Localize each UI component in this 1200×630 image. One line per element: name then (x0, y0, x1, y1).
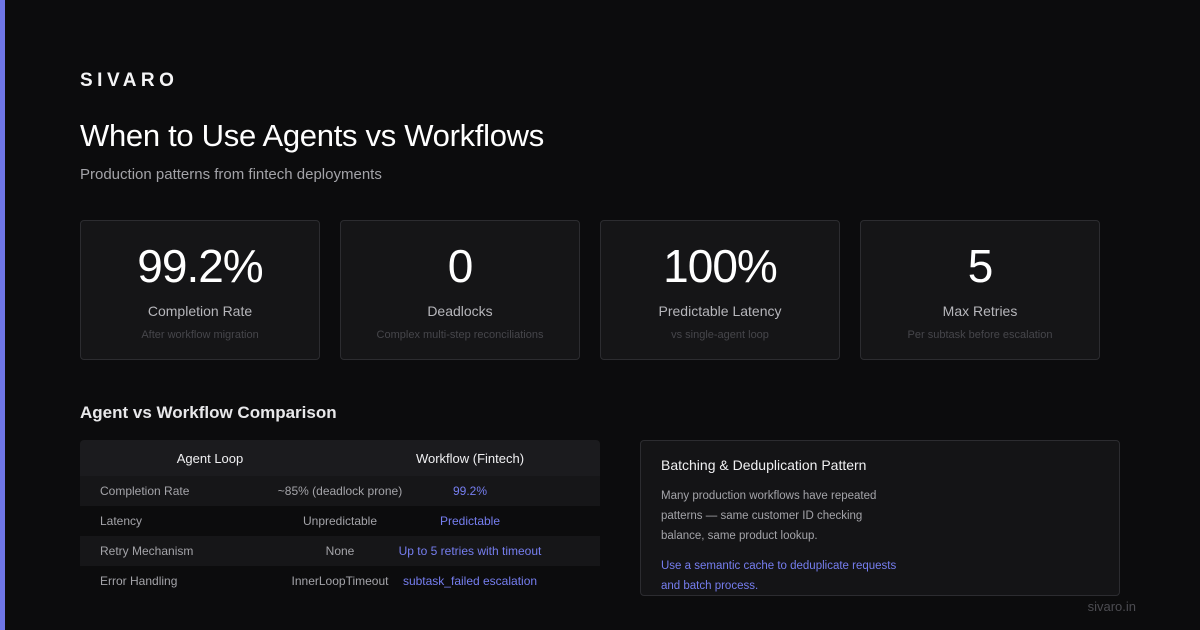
footer-domain: sivaro.in (1087, 599, 1136, 614)
stats-row: 99.2% Completion Rate After workflow mig… (80, 220, 1100, 360)
stat-value: 100% (663, 240, 778, 292)
panel-description: Many production workflows have repeated … (661, 490, 877, 542)
row-workflow-value: subtask_failed escalation (402, 574, 538, 588)
accent-bar (0, 0, 5, 630)
row-agent-value: InnerLoopTimeout (291, 574, 389, 588)
stat-value: 0 (447, 240, 474, 292)
brand-logo: SIVARO (80, 70, 179, 91)
stat-caption: Per subtask before escalation (907, 329, 1053, 341)
stat-caption: After workflow migration (141, 329, 259, 341)
panel-tip: Use a semantic cache to deduplicate requ… (661, 560, 897, 592)
row-agent-value: Unpredictable (302, 514, 378, 528)
stat-value: 5 (967, 240, 994, 292)
table-row: Completion Rate ~85% (deadlock prone) 99… (80, 476, 600, 506)
stat-card-deadlocks: 0 Deadlocks Complex multi-step reconcili… (340, 220, 580, 360)
page-title: When to Use Agents vs Workflows (80, 118, 544, 153)
table-row: Retry Mechanism None Up to 5 retries wit… (80, 536, 600, 566)
row-agent-value: None (325, 544, 355, 558)
stat-card-completion-rate: 99.2% Completion Rate After workflow mig… (80, 220, 320, 360)
column-header-agent: Agent Loop (176, 451, 244, 466)
stat-label: Completion Rate (147, 303, 253, 319)
stat-card-max-retries: 5 Max Retries Per subtask before escalat… (860, 220, 1100, 360)
row-metric: Completion Rate (100, 484, 190, 498)
table-row: Error Handling InnerLoopTimeout subtask_… (80, 566, 600, 596)
row-workflow-value: Up to 5 retries with timeout (398, 544, 542, 558)
table-row: Latency Unpredictable Predictable (80, 506, 600, 536)
comparison-title: Agent vs Workflow Comparison (80, 403, 337, 422)
comparison-table: Agent Loop Workflow (Fintech) Completion… (80, 440, 600, 596)
stat-card-predictable-latency: 100% Predictable Latency vs single-agent… (600, 220, 840, 360)
batching-pattern-panel: Batching & Deduplication Pattern Many pr… (640, 440, 1120, 596)
row-metric: Error Handling (100, 574, 178, 588)
row-metric: Retry Mechanism (100, 544, 194, 558)
row-metric: Latency (100, 514, 143, 528)
panel-title: Batching & Deduplication Pattern (661, 457, 867, 473)
stat-label: Predictable Latency (658, 303, 782, 319)
row-workflow-value: 99.2% (452, 484, 488, 498)
page-subtitle: Production patterns from fintech deploym… (80, 166, 382, 183)
column-header-workflow: Workflow (Fintech) (415, 451, 525, 466)
row-workflow-value: Predictable (439, 514, 501, 528)
stat-value: 99.2% (137, 240, 263, 292)
table-header: Agent Loop Workflow (Fintech) (80, 440, 600, 476)
stat-caption: vs single-agent loop (671, 329, 769, 341)
stat-label: Max Retries (942, 303, 1018, 319)
stat-label: Deadlocks (427, 303, 493, 319)
row-agent-value: ~85% (deadlock prone) (277, 484, 403, 498)
stat-caption: Complex multi-step reconciliations (376, 329, 544, 341)
